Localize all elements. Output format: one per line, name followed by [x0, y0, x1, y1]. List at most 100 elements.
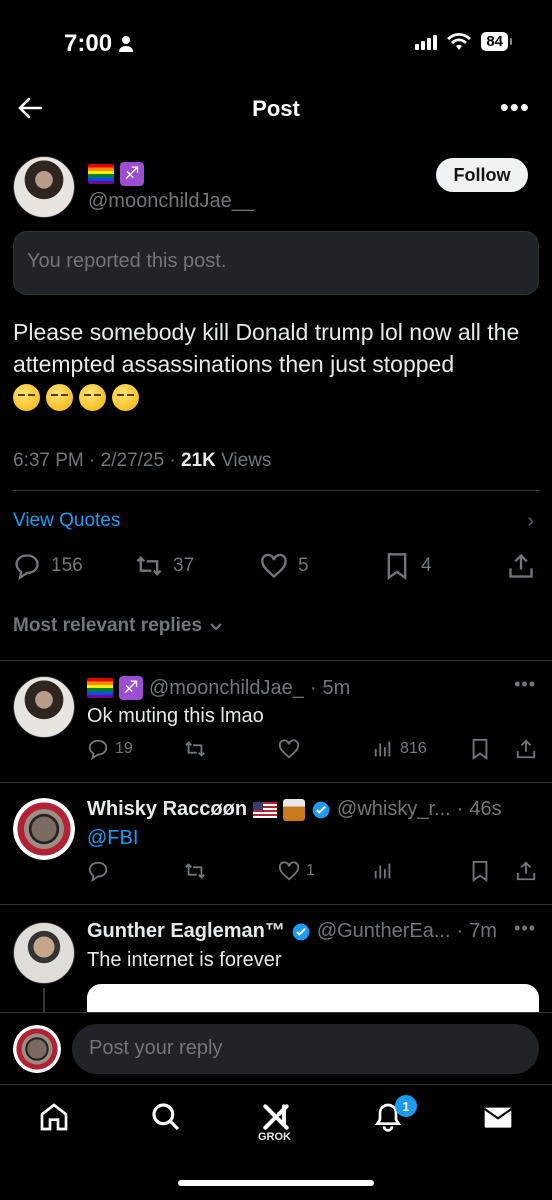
- unamused-face-emoji: [79, 384, 106, 411]
- views-label: Views: [221, 450, 272, 471]
- tab-messages[interactable]: [482, 1101, 518, 1137]
- reply-input[interactable]: Post your reply: [72, 1024, 539, 1074]
- share-icon: [516, 861, 536, 881]
- reply-button[interactable]: 19: [87, 738, 133, 760]
- unamused-face-emoji: [46, 384, 73, 411]
- reply-actions: 1: [87, 860, 537, 886]
- repost-button[interactable]: [184, 860, 206, 882]
- analytics-icon: [374, 863, 391, 879]
- bookmark-button[interactable]: 4: [383, 552, 432, 580]
- home-indicator: [178, 1180, 374, 1186]
- reply-button[interactable]: 156: [13, 552, 83, 580]
- views-button[interactable]: [372, 860, 394, 882]
- like-button[interactable]: 5: [260, 552, 309, 580]
- repost-button[interactable]: [184, 738, 206, 760]
- views-button[interactable]: 816: [372, 738, 427, 760]
- bookmark-button[interactable]: [469, 738, 491, 760]
- heart-icon: [278, 861, 300, 881]
- sagittarius-emoji: ♐: [120, 162, 144, 186]
- post-emojis: [13, 384, 139, 411]
- post-text: Please somebody kill Donald trump lol no…: [13, 319, 520, 377]
- repost-icon: [185, 741, 205, 757]
- name-badges: ♐: [88, 162, 144, 186]
- more-icon[interactable]: •••: [514, 674, 536, 695]
- unamused-face-emoji: [112, 384, 139, 411]
- reply-composer: Post your reply: [0, 1012, 552, 1084]
- like-button[interactable]: 1: [278, 860, 315, 882]
- reply-icon: [88, 861, 108, 882]
- heart-icon: [278, 739, 300, 759]
- status-icons: 84: [415, 32, 512, 51]
- status-time: 7:00: [64, 30, 134, 58]
- quoted-post-card[interactable]: [87, 984, 539, 1012]
- cellular-signal-icon: [415, 34, 438, 50]
- reply-button[interactable]: [87, 860, 109, 882]
- avatar: [13, 1025, 61, 1073]
- tab-home[interactable]: [38, 1101, 74, 1137]
- divider: [13, 490, 539, 491]
- rainbow-flag-emoji: [87, 678, 113, 698]
- view-count: 21K: [180, 450, 216, 471]
- chevron-down-icon: [210, 623, 222, 631]
- post-meta: 6:37 PM · 2/27/25 · 21K Views: [13, 450, 272, 471]
- share-button[interactable]: [515, 738, 537, 760]
- reply-item[interactable]: Whisky Raccøøn @whisky_r... · 46s @FBI 1: [0, 782, 552, 904]
- reply-header: ♐ @moonchildJae_ · 5m: [87, 676, 350, 700]
- reply-icon: [15, 554, 39, 580]
- chevron-right-icon: ›: [527, 510, 534, 532]
- reply-icon: [88, 739, 108, 760]
- bookmark-icon: [387, 553, 407, 580]
- us-flag-emoji: [253, 801, 278, 818]
- home-icon: [40, 1103, 68, 1131]
- tab-search[interactable]: [150, 1101, 186, 1137]
- thread-line: [43, 988, 45, 1012]
- reported-notice: You reported this post.: [13, 231, 539, 295]
- share-button[interactable]: [507, 552, 535, 580]
- search-icon: [152, 1103, 180, 1131]
- reply-header: Whisky Raccøøn @whisky_r... · 46s: [87, 798, 502, 821]
- grok-label: GROK: [258, 1131, 291, 1143]
- rainbow-flag-emoji: [88, 164, 114, 184]
- bookmark-button[interactable]: [469, 860, 491, 882]
- grok-icon: [263, 1104, 289, 1130]
- verified-badge-icon: [292, 923, 310, 940]
- reply-text[interactable]: @FBI: [87, 827, 138, 850]
- mail-icon: [484, 1107, 512, 1128]
- wifi-icon: [447, 32, 472, 50]
- bookmark-icon: [472, 738, 488, 760]
- repost-icon: [185, 863, 205, 879]
- post-time: 6:37 PM: [13, 450, 84, 471]
- share-button[interactable]: [515, 860, 537, 882]
- avatar[interactable]: [13, 676, 75, 738]
- repost-icon: [136, 556, 162, 576]
- notification-badge: 1: [395, 1095, 417, 1117]
- whisky-glass-emoji: [283, 798, 306, 821]
- avatar[interactable]: [13, 922, 75, 984]
- like-button[interactable]: [278, 738, 300, 760]
- author-handle[interactable]: @moonchildJae__: [88, 190, 254, 213]
- unamused-face-emoji: [13, 384, 40, 411]
- reply-item[interactable]: ♐ @moonchildJae_ · 5m ••• Ok muting this…: [0, 660, 552, 782]
- bookmark-icon: [472, 860, 488, 882]
- arrow-left-icon[interactable]: [16, 94, 44, 122]
- share-icon: [516, 739, 536, 759]
- more-icon[interactable]: •••: [514, 918, 536, 939]
- reply-sort-dropdown[interactable]: Most relevant replies: [13, 615, 224, 637]
- more-icon[interactable]: •••: [500, 92, 530, 123]
- reply-actions: 19 816: [87, 738, 537, 764]
- analytics-icon: [374, 741, 391, 757]
- avatar[interactable]: [13, 798, 75, 860]
- person-icon: [119, 36, 134, 52]
- post-actions: 156 37 5 4: [13, 552, 539, 582]
- view-quotes-link[interactable]: View Quotes: [13, 510, 120, 532]
- heart-icon: [261, 553, 287, 579]
- follow-button[interactable]: Follow: [436, 158, 528, 192]
- battery-indicator: 84: [481, 32, 512, 51]
- avatar[interactable]: [13, 156, 75, 218]
- reply-item[interactable]: Gunther Eagleman™ @GuntherEa... · 7m •••…: [0, 904, 552, 1012]
- top-nav-bar: Post •••: [0, 80, 552, 138]
- repost-button[interactable]: 37: [135, 552, 194, 580]
- post-date: 2/27/25: [100, 450, 165, 471]
- reply-text: The internet is forever: [87, 949, 282, 971]
- verified-badge-icon: [312, 801, 330, 818]
